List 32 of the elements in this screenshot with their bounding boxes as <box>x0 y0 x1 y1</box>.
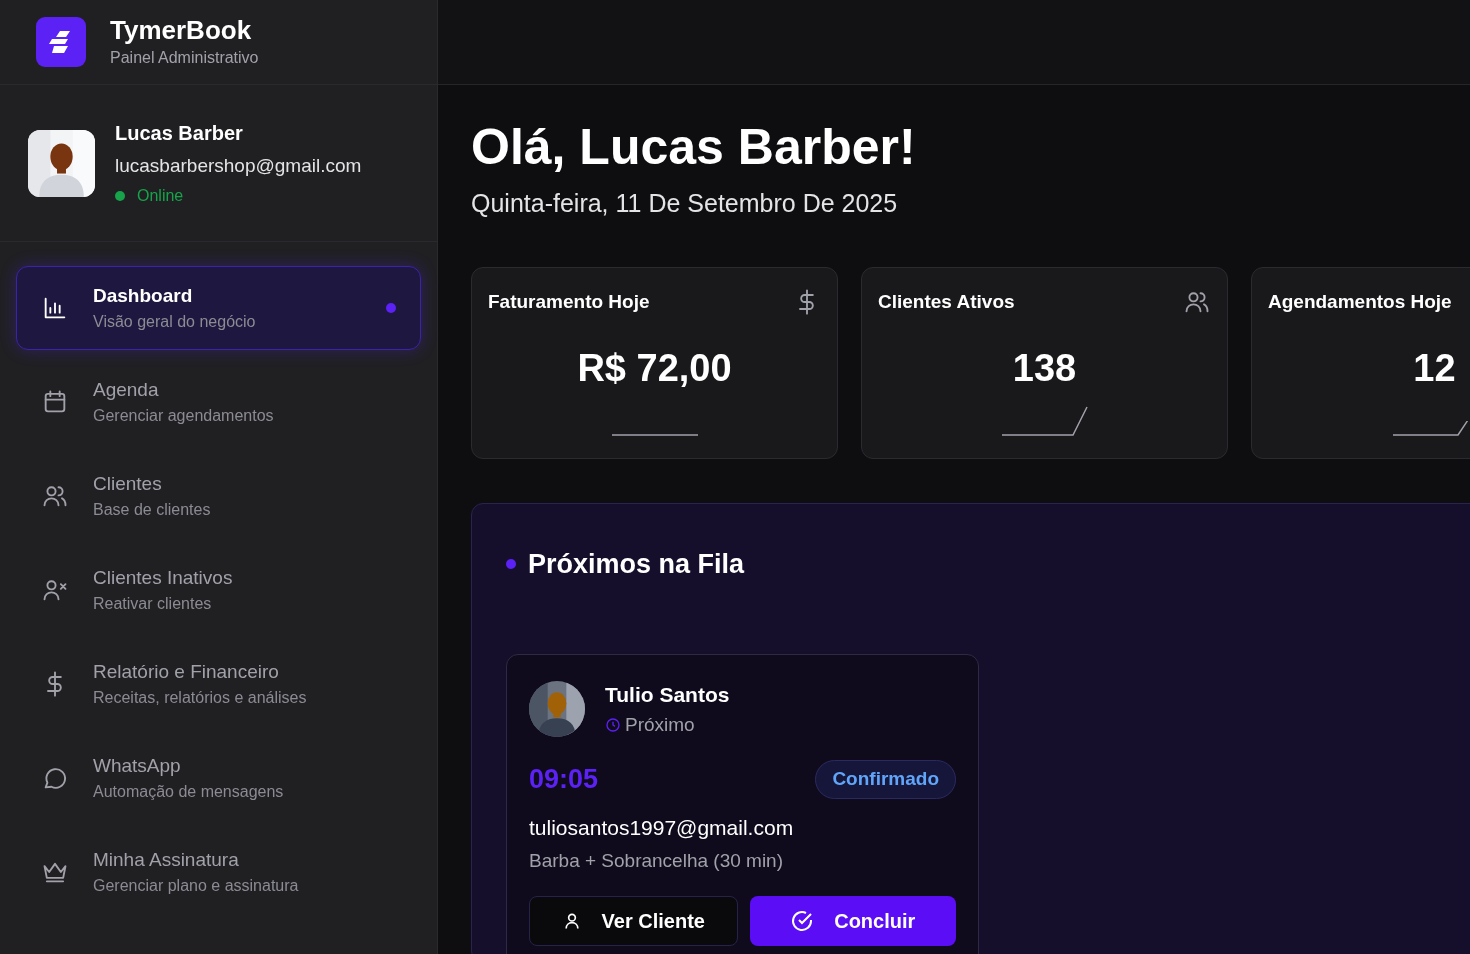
client-name: Tulio Santos <box>605 682 730 708</box>
brand-subtitle: Painel Administrativo <box>110 48 259 68</box>
section-title: Próximos na Fila <box>528 547 745 581</box>
client-email: tuliosantos1997@gmail.com <box>529 814 795 841</box>
nav-item[interactable]: Agenda Gerenciar agendamentos <box>16 360 421 444</box>
check-circle-icon <box>790 908 815 933</box>
stat-value: 12 <box>1412 346 1457 391</box>
view-client-button[interactable]: Ver Cliente <box>529 895 738 946</box>
status-label: Online <box>137 186 184 207</box>
nav-item[interactable]: Relatório e Financeiro Receitas, relatórios e análises <box>16 642 421 726</box>
stat-title: Agendamentos Hoje <box>1268 289 1452 314</box>
brand-name: TymerBook <box>110 14 253 46</box>
nav-item[interactable]: Clientes Base de clientes <box>16 454 421 538</box>
clock-icon <box>605 716 621 733</box>
nav-item[interactable]: Dashboard Visão geral do negócio <box>16 266 421 350</box>
nav-item[interactable]: Clientes Inativos Reativar clientes <box>16 548 421 632</box>
status-badge: Confirmado <box>815 760 956 799</box>
user-email: lucasbarbershop@gmail.com <box>115 153 362 178</box>
stat-title: Clientes Ativos <box>878 289 1015 314</box>
queue-position: Próximo <box>625 712 695 737</box>
appointment-time: 09:05 <box>529 763 599 796</box>
date: Quinta-feira, 11 De Setembro De 2025 <box>471 188 899 219</box>
user-name: Lucas Barber <box>115 120 244 146</box>
greeting: Olá, Lucas Barber! <box>471 118 917 177</box>
stat-value: 138 <box>1011 346 1078 391</box>
logo-icon <box>36 17 86 67</box>
stat-value: R$ 72,00 <box>576 346 733 391</box>
stat-title: Faturamento Hoje <box>488 289 650 314</box>
nav-item[interactable]: Minha Assinatura Gerenciar plano e assinatura <box>16 830 421 914</box>
service: Barba + Sobrancelha (30 min) <box>529 849 784 873</box>
complete-button[interactable]: Concluir <box>749 895 956 946</box>
nav-item[interactable]: WhatsApp Automação de mensagens <box>16 736 421 820</box>
